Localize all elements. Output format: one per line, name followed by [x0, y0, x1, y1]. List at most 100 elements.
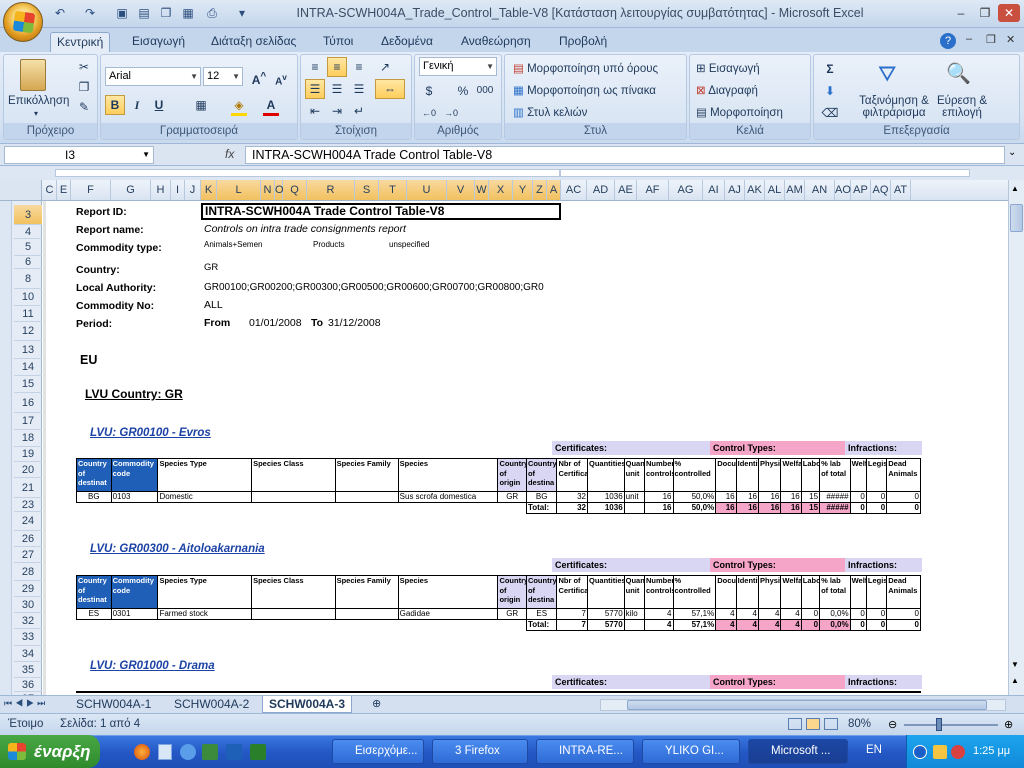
- taskbar-item-firefox[interactable]: 3 Firefox: [432, 739, 528, 764]
- total-cell[interactable]: 1036: [587, 502, 625, 514]
- column-header-am[interactable]: AM: [785, 180, 805, 200]
- column-header-ad[interactable]: AD: [587, 180, 615, 200]
- delete-cells-button[interactable]: ⊠ Διαγραφή: [696, 83, 758, 97]
- column-header-n[interactable]: N: [261, 180, 275, 200]
- total-cell[interactable]: 16: [715, 502, 737, 514]
- column-header-h[interactable]: H: [151, 180, 171, 200]
- sort-filter-button[interactable]: Ταξινόμηση & φιλτράρισμα: [854, 95, 934, 119]
- row-header-18[interactable]: 18: [14, 430, 42, 447]
- number-format-combo[interactable]: Γενική ▼: [419, 57, 497, 76]
- total-cell[interactable]: 0: [800, 619, 821, 631]
- total-cell[interactable]: 5770: [587, 619, 625, 631]
- close-icon[interactable]: ✕: [998, 4, 1020, 22]
- table-cell[interactable]: 16: [644, 491, 674, 503]
- page-break-view-icon[interactable]: [824, 718, 838, 730]
- row-header-32[interactable]: 32: [14, 613, 42, 629]
- row-header-26[interactable]: 26: [14, 531, 42, 547]
- ie-quicklaunch-icon[interactable]: [180, 744, 196, 760]
- merge-center-icon[interactable]: ⇔: [375, 79, 405, 99]
- total-cell[interactable]: Total:: [525, 502, 558, 514]
- table-cell[interactable]: 50,0%: [672, 491, 717, 503]
- table-cell[interactable]: 0: [865, 491, 888, 503]
- cut-icon[interactable]: ✂: [74, 57, 94, 77]
- scroll-up-icon[interactable]: ▲: [1011, 184, 1019, 193]
- total-cell[interactable]: 16: [780, 502, 802, 514]
- column-header-i[interactable]: I: [171, 180, 185, 200]
- undo-icon[interactable]: ↶: [52, 6, 68, 20]
- table-cell[interactable]: 0: [849, 608, 867, 620]
- table-cell[interactable]: 0: [865, 608, 888, 620]
- workbook-restore-icon[interactable]: ❐: [986, 33, 996, 46]
- copy-icon[interactable]: ❐: [158, 6, 174, 20]
- expand-formula-icon[interactable]: ⌄: [1008, 147, 1016, 158]
- align-middle-icon[interactable]: ≡: [327, 57, 347, 77]
- row-header-23[interactable]: 23: [14, 498, 42, 512]
- table-cell[interactable]: 7: [556, 608, 588, 620]
- ribbon-minimize-icon[interactable]: ‒: [966, 33, 972, 45]
- table-cell[interactable]: 16: [735, 491, 760, 503]
- column-header-ai[interactable]: AI: [703, 180, 725, 200]
- autosum-icon[interactable]: Σ: [820, 59, 840, 79]
- column-header-e[interactable]: E: [57, 180, 71, 200]
- total-cell[interactable]: [623, 502, 646, 514]
- align-top-icon[interactable]: ≡: [305, 57, 325, 77]
- row-header-27[interactable]: 27: [14, 547, 42, 563]
- row-header-24[interactable]: 24: [14, 512, 42, 531]
- total-cell[interactable]: 16: [644, 502, 674, 514]
- zoom-level[interactable]: 80%: [848, 718, 871, 730]
- row-header-15[interactable]: 15: [14, 376, 42, 393]
- column-header-o[interactable]: O: [275, 180, 284, 200]
- row-header-17[interactable]: 17: [14, 413, 42, 430]
- find-select-button[interactable]: Εύρεση & επιλογή: [932, 95, 992, 119]
- tab-view[interactable]: Προβολή: [553, 32, 613, 52]
- firefox-quicklaunch-icon[interactable]: [134, 744, 150, 760]
- tab-review[interactable]: Αναθεώρηση: [455, 32, 537, 52]
- insert-sheet-icon[interactable]: ⊕: [366, 696, 387, 713]
- tab-home[interactable]: Κεντρική: [50, 32, 111, 52]
- total-cell[interactable]: 57,1%: [672, 619, 717, 631]
- column-header-x[interactable]: X: [489, 180, 513, 200]
- table-cell[interactable]: 0103: [110, 491, 159, 503]
- total-cell[interactable]: #####: [819, 502, 851, 514]
- table-cell[interactable]: kilo: [623, 608, 646, 620]
- name-box[interactable]: I3 ▼: [4, 146, 154, 164]
- column-header-aj[interactable]: AJ: [725, 180, 745, 200]
- insert-cells-button[interactable]: ⊞ Εισαγωγή: [696, 61, 760, 75]
- column-header-v[interactable]: V: [447, 180, 475, 200]
- clear-icon[interactable]: ⌫: [820, 103, 840, 123]
- align-left-icon[interactable]: ☰: [305, 79, 325, 99]
- format-cells-button[interactable]: ▤ Μορφοποίηση: [696, 105, 783, 119]
- column-header-an[interactable]: AN: [805, 180, 835, 200]
- copy-icon[interactable]: ❐: [74, 77, 94, 97]
- print-icon[interactable]: ⎙: [204, 6, 220, 20]
- total-cell[interactable]: 15: [800, 502, 821, 514]
- row-header-19[interactable]: 19: [14, 447, 42, 462]
- column-header-r[interactable]: R: [307, 180, 355, 200]
- shrink-font-icon[interactable]: Av: [271, 67, 291, 87]
- total-cell[interactable]: 4: [644, 619, 674, 631]
- row-header-34[interactable]: 34: [14, 646, 42, 662]
- sheet-tab-1[interactable]: SCHW004A-1: [70, 696, 157, 713]
- scroll-down-icon[interactable]: ▼: [1011, 660, 1019, 669]
- column-header-af[interactable]: AF: [637, 180, 669, 200]
- row-header-5[interactable]: 5: [14, 239, 42, 256]
- table-cell[interactable]: 32: [556, 491, 588, 503]
- table-cell[interactable]: 4: [780, 608, 802, 620]
- column-header-ae[interactable]: AE: [615, 180, 637, 200]
- worksheet[interactable]: Report ID: INTRA-SCWH004A Trade Control …: [43, 201, 1008, 695]
- total-cell[interactable]: [623, 619, 646, 631]
- row-header-4[interactable]: 4: [14, 225, 42, 239]
- underline-icon[interactable]: U: [149, 95, 169, 115]
- bold-icon[interactable]: B: [105, 95, 125, 115]
- tab-insert[interactable]: Εισαγωγή: [126, 32, 191, 52]
- total-cell[interactable]: 0: [865, 619, 888, 631]
- tab-formulas[interactable]: Τύποι: [317, 32, 359, 52]
- tray-collapse-icon[interactable]: [913, 745, 927, 759]
- table-cell[interactable]: 16: [715, 491, 737, 503]
- zoom-in-icon[interactable]: ⊕: [1004, 718, 1013, 731]
- column-header-f[interactable]: F: [71, 180, 111, 200]
- table-cell[interactable]: [334, 491, 399, 503]
- cell-styles-button[interactable]: ▥ Στυλ κελιών: [513, 105, 587, 119]
- table-cell[interactable]: 0: [886, 491, 921, 503]
- row-header-21[interactable]: 21: [14, 478, 42, 498]
